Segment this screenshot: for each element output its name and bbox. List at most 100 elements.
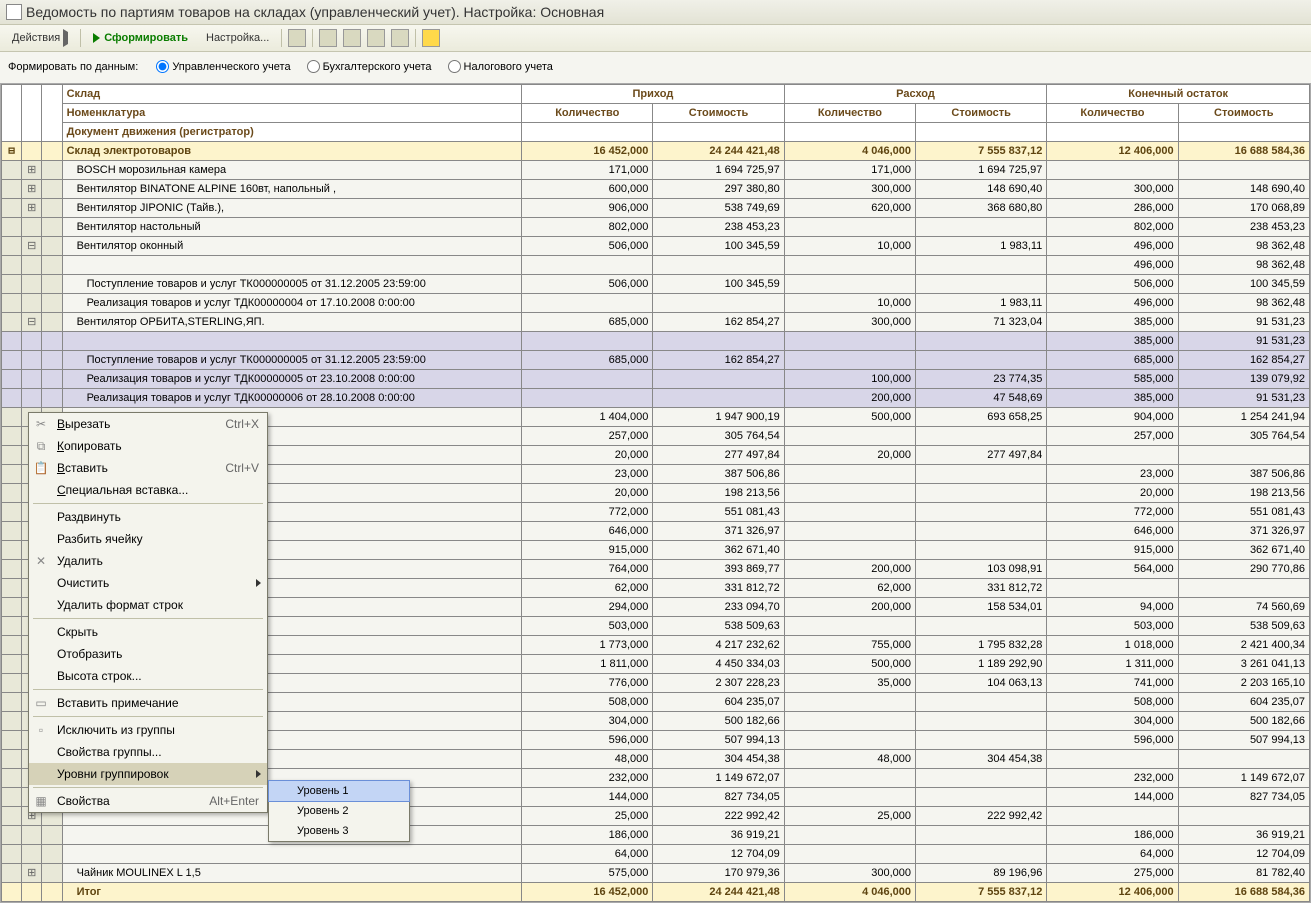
- cell-value: [522, 294, 653, 313]
- row-name: Реализация товаров и услуг ТДК00000005 о…: [62, 370, 522, 389]
- menu-item[interactable]: ✕Удалить: [29, 550, 267, 572]
- toolbar: Действия Сформировать Настройка...: [0, 25, 1311, 52]
- cell-value: 98 362,48: [1178, 294, 1309, 313]
- table-row[interactable]: Вентилятор настольный802,000238 453,2380…: [2, 218, 1310, 237]
- cell-value: 36 919,21: [653, 826, 784, 845]
- menu-item[interactable]: ✂ВырезатьCtrl+X: [29, 413, 267, 435]
- menu-item[interactable]: Разбить ячейку: [29, 528, 267, 550]
- cell-value: 385,000: [1047, 313, 1178, 332]
- cell-value: 1 254 241,94: [1178, 408, 1309, 427]
- cell-value: 362 671,40: [1178, 541, 1309, 560]
- table-row[interactable]: Реализация товаров и услуг ТДК00000005 о…: [2, 370, 1310, 389]
- cell-value: [784, 256, 915, 275]
- tool-icon-5[interactable]: [391, 29, 409, 47]
- table-row[interactable]: ⊞Вентилятор JIPONIC (Тайв.),906,000538 7…: [2, 199, 1310, 218]
- settings-button[interactable]: Настройка...: [200, 30, 275, 46]
- cell-value: 500 182,66: [1178, 712, 1309, 731]
- cell-value: 25,000: [784, 807, 915, 826]
- table-row[interactable]: ⊞BOSCH морозильная камера171,0001 694 72…: [2, 161, 1310, 180]
- cell-value: [916, 465, 1047, 484]
- actions-menu[interactable]: Действия: [6, 30, 74, 46]
- tool-icon-4[interactable]: [367, 29, 385, 47]
- menu-shortcut: Ctrl+X: [225, 417, 259, 431]
- tool-icon-1[interactable]: [288, 29, 306, 47]
- menu-item[interactable]: ⧉Копировать: [29, 435, 267, 457]
- colgroup-expense[interactable]: Расход: [784, 85, 1047, 104]
- menu-item[interactable]: Раздвинуть: [29, 506, 267, 528]
- cell-value: 290 770,86: [1178, 560, 1309, 579]
- menu-item[interactable]: Уровни группировок: [29, 763, 267, 785]
- table-row[interactable]: Реализация товаров и услуг ТДК00000006 о…: [2, 389, 1310, 408]
- table-row[interactable]: 64,00012 704,0964,00012 704,09: [2, 845, 1310, 864]
- menu-item[interactable]: ▦СвойстваAlt+Enter: [29, 790, 267, 812]
- cell-value: 755,000: [784, 636, 915, 655]
- radio-management[interactable]: Управленческого учета: [156, 60, 290, 73]
- menu-item[interactable]: Скрыть: [29, 621, 267, 643]
- menu-item[interactable]: Удалить формат строк: [29, 594, 267, 616]
- table-row[interactable]: Итог16 452,00024 244 421,484 046,0007 55…: [2, 883, 1310, 902]
- colgroup-balance[interactable]: Конечный остаток: [1047, 85, 1310, 104]
- table-row[interactable]: ⊟Вентилятор ОРБИТА,STERLING,ЯП.685,00016…: [2, 313, 1310, 332]
- menu-label: Отобразить: [57, 647, 122, 661]
- cell-value: 2 203 165,10: [1178, 674, 1309, 693]
- submenu-levels[interactable]: Уровень 1Уровень 2Уровень 3: [268, 780, 410, 842]
- col-nomenclature[interactable]: Номенклатура: [62, 104, 522, 123]
- cell-value: 564,000: [1047, 560, 1178, 579]
- cell-value: 62,000: [522, 579, 653, 598]
- cell-value: [916, 275, 1047, 294]
- cell-value: [916, 826, 1047, 845]
- cell-value: 496,000: [1047, 294, 1178, 313]
- menu-item[interactable]: Очистить: [29, 572, 267, 594]
- tool-icon-2[interactable]: [319, 29, 337, 47]
- colgroup-income[interactable]: Приход: [522, 85, 785, 104]
- cell-value: [916, 541, 1047, 560]
- table-row[interactable]: ⊞Вентилятор BINATONE ALPINE 160вт, напол…: [2, 180, 1310, 199]
- menu-item[interactable]: 📋ВставитьCtrl+V: [29, 457, 267, 479]
- table-row[interactable]: Поступление товаров и услуг ТК000000005 …: [2, 351, 1310, 370]
- menu-item[interactable]: Специальная вставка...: [29, 479, 267, 501]
- menu-item[interactable]: Высота строк...: [29, 665, 267, 687]
- cell-value: [784, 484, 915, 503]
- table-row[interactable]: Поступление товаров и услуг ТК000000005 …: [2, 275, 1310, 294]
- radio-tax[interactable]: Налогового учета: [448, 60, 553, 73]
- title-bar: Ведомость по партиям товаров на складах …: [0, 0, 1311, 25]
- cell-value: 91 531,23: [1178, 332, 1309, 351]
- table-row[interactable]: ⊟Вентилятор оконный506,000100 345,5910,0…: [2, 237, 1310, 256]
- cell-value: 300,000: [1047, 180, 1178, 199]
- table-row[interactable]: 496,00098 362,48: [2, 256, 1310, 275]
- menu-item[interactable]: ▭Вставить примечание: [29, 692, 267, 714]
- cell-value: 294,000: [522, 598, 653, 617]
- menu-item[interactable]: Отобразить: [29, 643, 267, 665]
- cell-value: 304,000: [522, 712, 653, 731]
- table-row[interactable]: ⊟Склад электротоваров16 452,00024 244 42…: [2, 142, 1310, 161]
- submenu-item[interactable]: Уровень 1: [268, 780, 410, 802]
- submenu-item[interactable]: Уровень 2: [269, 801, 409, 821]
- submenu-item[interactable]: Уровень 3: [269, 821, 409, 841]
- tool-icon-3[interactable]: [343, 29, 361, 47]
- help-icon[interactable]: [422, 29, 440, 47]
- cell-value: 222 992,42: [653, 807, 784, 826]
- cell-value: 915,000: [1047, 541, 1178, 560]
- cell-value: [784, 218, 915, 237]
- table-row[interactable]: 385,00091 531,23: [2, 332, 1310, 351]
- cell-value: 1 694 725,97: [916, 161, 1047, 180]
- cell-value: 500,000: [784, 655, 915, 674]
- context-menu[interactable]: ✂ВырезатьCtrl+X⧉Копировать📋ВставитьCtrl+…: [28, 412, 268, 813]
- cell-value: 915,000: [522, 541, 653, 560]
- cell-value: [1178, 446, 1309, 465]
- table-row[interactable]: ⊞Чайник MOULINEX L 1,5575,000170 979,363…: [2, 864, 1310, 883]
- col-warehouse[interactable]: Склад: [62, 85, 522, 104]
- col-document[interactable]: Документ движения (регистратор): [62, 123, 522, 142]
- menu-item[interactable]: Свойства группы...: [29, 741, 267, 763]
- menu-item[interactable]: ▫Исключить из группы: [29, 719, 267, 741]
- cell-value: 802,000: [522, 218, 653, 237]
- cell-value: 198 213,56: [1178, 484, 1309, 503]
- table-row[interactable]: 186,00036 919,21186,00036 919,21: [2, 826, 1310, 845]
- radio-accounting[interactable]: Бухгалтерского учета: [307, 60, 432, 73]
- table-row[interactable]: Реализация товаров и услуг ТДК00000004 о…: [2, 294, 1310, 313]
- cell-value: 300,000: [784, 180, 915, 199]
- submenu-arrow-icon: [256, 579, 261, 587]
- cell-value: 300,000: [784, 864, 915, 883]
- cell-value: 64,000: [522, 845, 653, 864]
- generate-button[interactable]: Сформировать: [87, 30, 194, 46]
